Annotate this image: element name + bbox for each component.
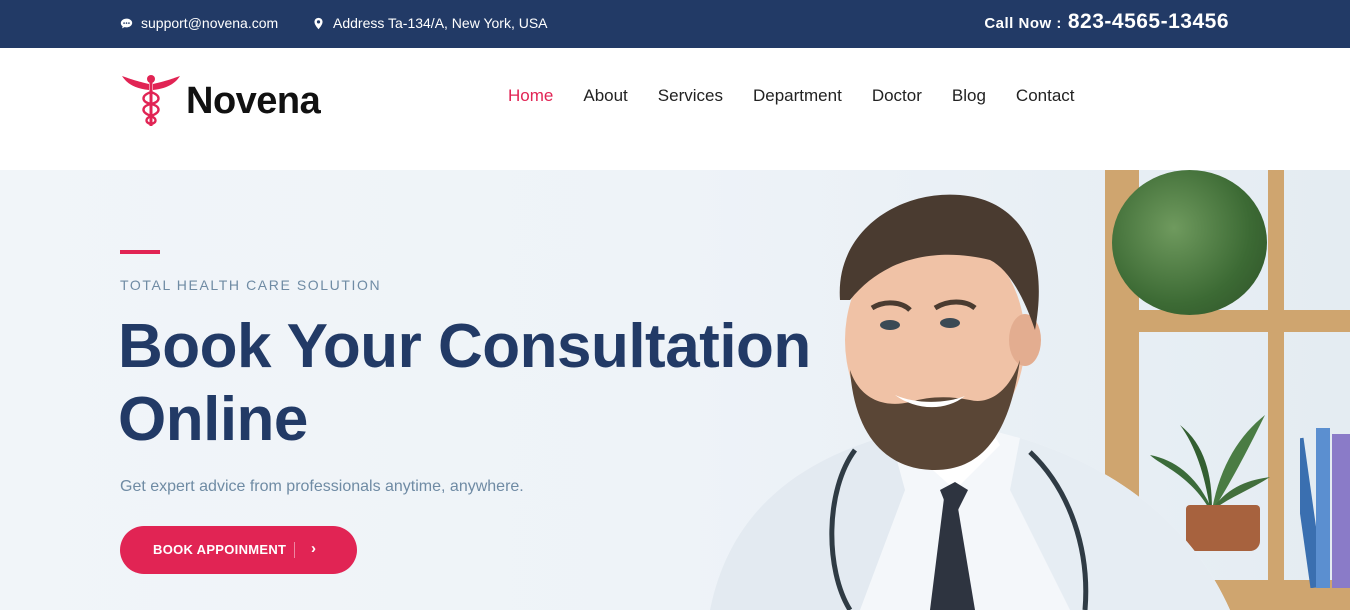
main-navigation: Novena Home About Services Department Do… [0, 48, 1350, 210]
nav-department[interactable]: Department [753, 86, 842, 106]
nav-menu: Home About Services Department Doctor Bl… [508, 86, 1075, 106]
hero-tagline: TOTAL HEALTH CARE SOLUTION [120, 277, 382, 293]
call-now-label: Call Now : [984, 15, 1062, 32]
support-email-text: support@novena.com [141, 15, 279, 31]
top-bar: support@novena.com Address Ta-134/A, New… [0, 0, 1350, 48]
button-divider [294, 542, 295, 558]
hero-subtext: Get expert advice from professionals any… [120, 478, 524, 495]
address: Address Ta-134/A, New York, USA [312, 15, 548, 31]
shelf-post [1268, 170, 1284, 610]
phone-number[interactable]: 823-4565-13456 [1068, 10, 1229, 34]
nav-services[interactable]: Services [658, 86, 723, 106]
caduceus-icon [122, 75, 180, 126]
chat-bubble-icon [120, 18, 133, 28]
nav-home[interactable]: Home [508, 86, 553, 106]
site-logo[interactable]: Novena [122, 74, 321, 128]
nav-contact[interactable]: Contact [1016, 86, 1075, 106]
map-pin-icon [314, 17, 323, 29]
chevron-right-icon: › [311, 540, 316, 557]
accent-line [120, 250, 160, 254]
nav-doctor[interactable]: Doctor [872, 86, 922, 106]
nav-about[interactable]: About [583, 86, 627, 106]
call-now[interactable]: Call Now : 823-4565-13456 [984, 10, 1229, 34]
books [1300, 428, 1350, 588]
hero-section: TOTAL HEALTH CARE SOLUTION Book Your Con… [0, 170, 1350, 610]
nav-blog[interactable]: Blog [952, 86, 986, 106]
brand-name: Novena [186, 79, 321, 122]
book-appointment-label: BOOK APPOINMENT [153, 542, 287, 557]
book-appointment-button[interactable]: BOOK APPOINMENT › [120, 526, 357, 574]
address-text: Address Ta-134/A, New York, USA [333, 15, 548, 31]
support-email[interactable]: support@novena.com [120, 15, 278, 31]
hero-headline: Book Your Consultation Online [118, 312, 811, 454]
